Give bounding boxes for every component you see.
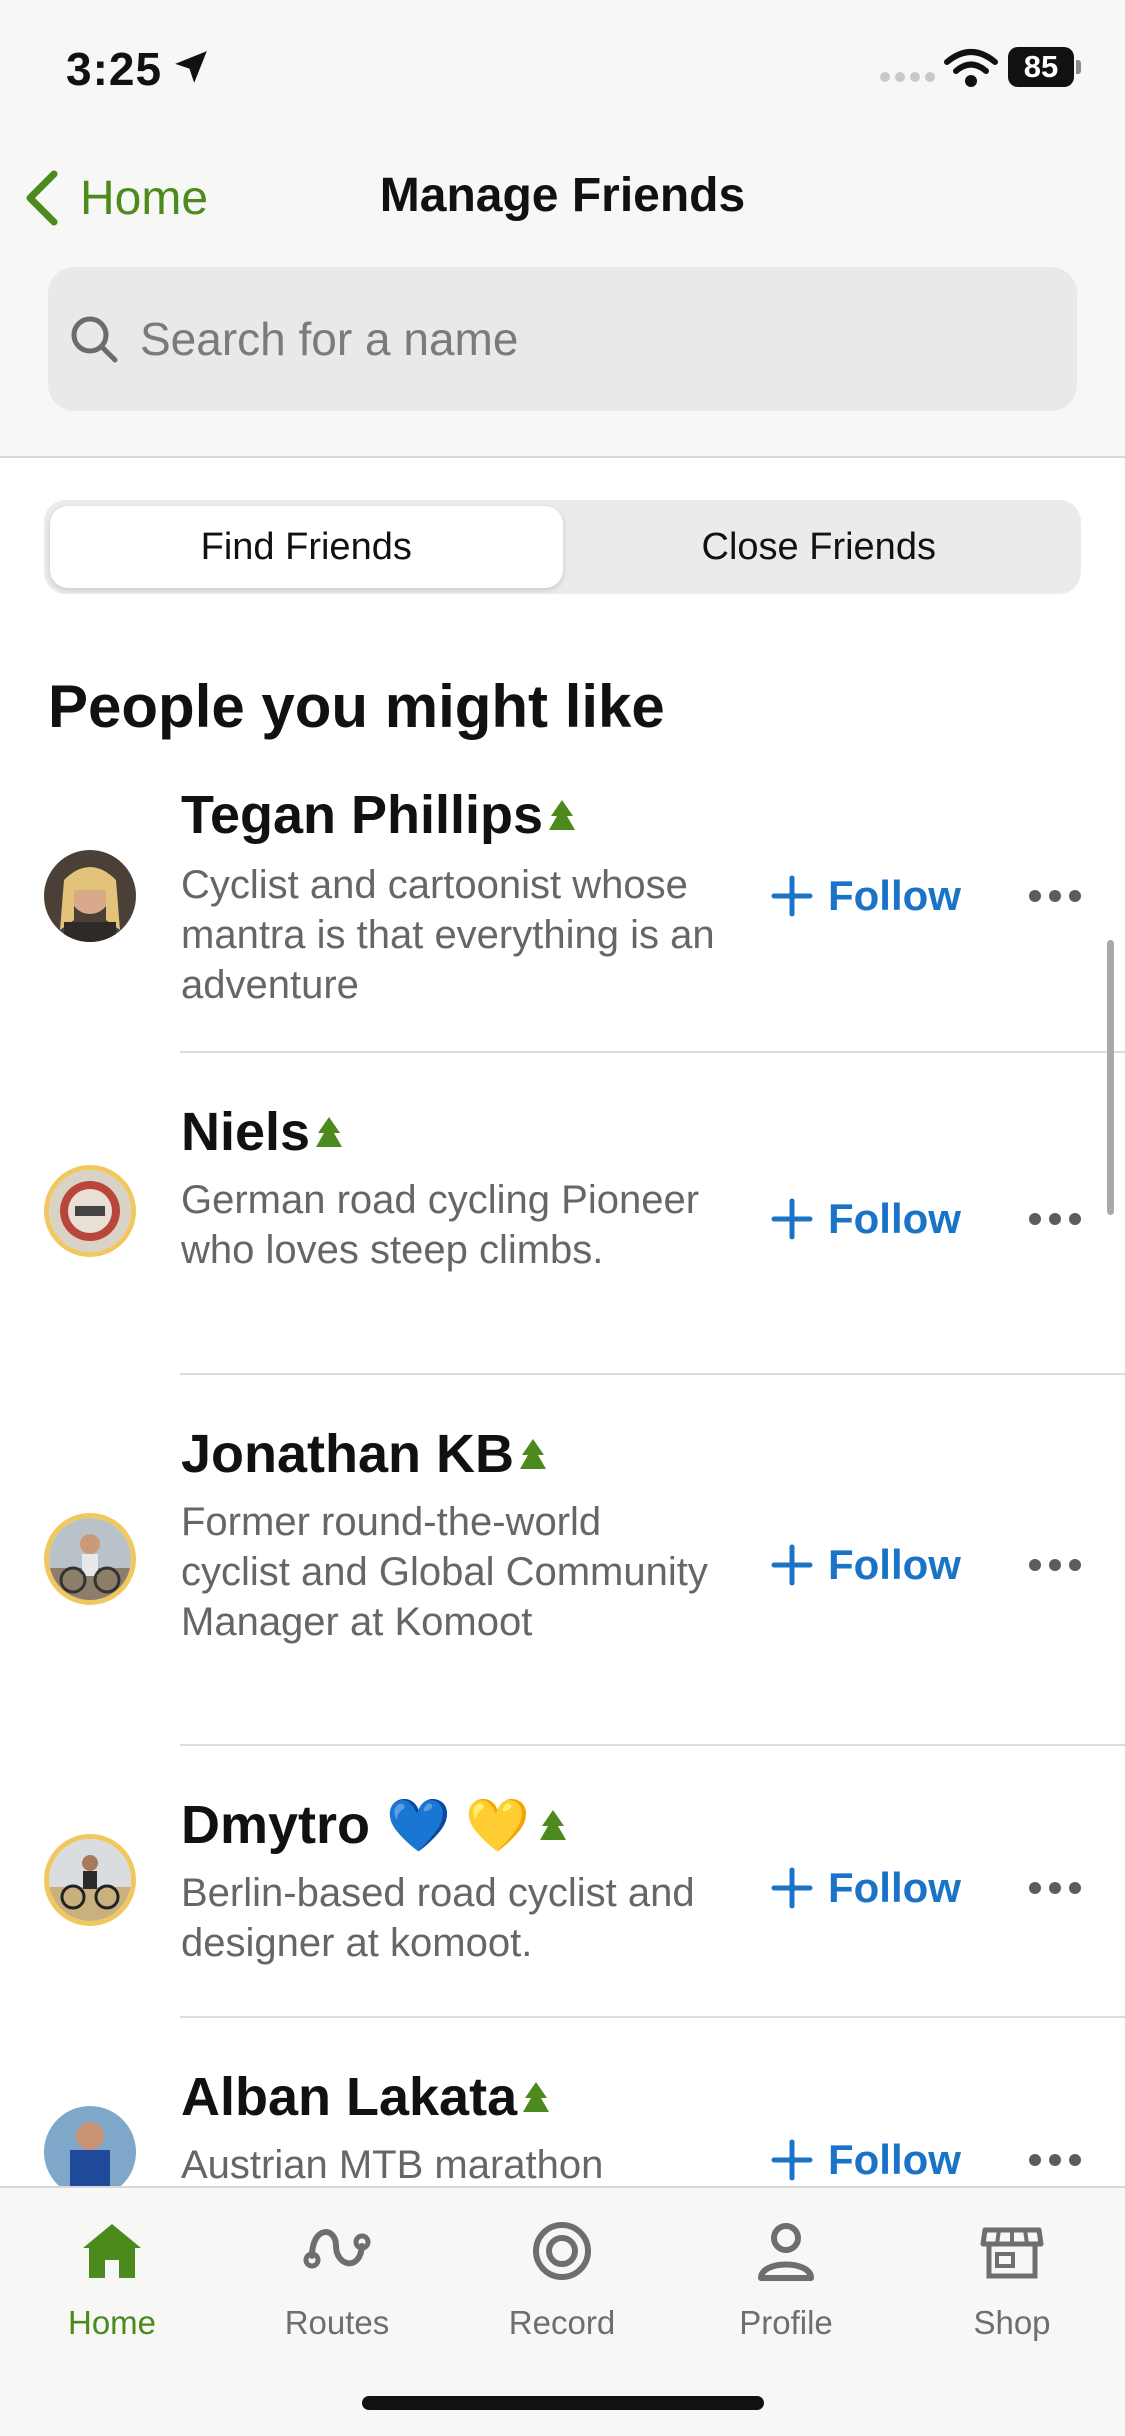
search-bar[interactable] bbox=[48, 267, 1077, 411]
pioneer-badge-icon bbox=[539, 1810, 566, 1840]
person-name[interactable]: Jonathan KB bbox=[181, 1423, 548, 1485]
tab-find-friends[interactable]: Find Friends bbox=[50, 506, 563, 588]
person-bio: German road cycling Pioneer who loves st… bbox=[181, 1178, 700, 1272]
plus-icon bbox=[771, 875, 813, 917]
segmented-control: Find Friends Close Friends bbox=[44, 500, 1081, 594]
more-options-icon[interactable] bbox=[1028, 888, 1082, 904]
plus-icon bbox=[771, 1867, 813, 1909]
follow-button[interactable]: Follow bbox=[770, 2130, 961, 2190]
plus-icon bbox=[771, 2139, 813, 2181]
battery-nub bbox=[1076, 60, 1081, 74]
person-bio: Austrian MTB marathon bbox=[181, 2143, 604, 2187]
signal-icon bbox=[880, 72, 935, 82]
avatar[interactable] bbox=[44, 1165, 136, 1257]
more-options-icon[interactable] bbox=[1028, 2152, 1082, 2168]
plus-icon bbox=[771, 1544, 813, 1586]
record-icon bbox=[533, 2222, 591, 2280]
avatar[interactable] bbox=[44, 1834, 136, 1926]
search-icon bbox=[71, 316, 118, 363]
avatar[interactable] bbox=[44, 850, 136, 942]
follow-button[interactable]: Follow bbox=[770, 1858, 961, 1918]
tab-routes[interactable]: Routes bbox=[247, 2216, 427, 2366]
more-options-icon[interactable] bbox=[1028, 1557, 1082, 1573]
status-time: 3:25 bbox=[66, 43, 163, 95]
follow-button[interactable]: Follow bbox=[770, 1189, 961, 1249]
pioneer-badge-icon bbox=[520, 1439, 547, 1469]
people-list: Tegan Phillips Cyclist and cartoonist wh… bbox=[0, 760, 1125, 2218]
follow-button[interactable]: Follow bbox=[770, 866, 961, 926]
person-name[interactable]: Tegan Phillips bbox=[181, 784, 577, 846]
tab-home[interactable]: Home bbox=[22, 2216, 202, 2366]
more-options-icon[interactable] bbox=[1028, 1880, 1082, 1896]
person-name[interactable]: Niels bbox=[181, 1101, 344, 1163]
pioneer-badge-icon bbox=[523, 2082, 550, 2112]
tab-record[interactable]: Record bbox=[472, 2216, 652, 2366]
tab-profile[interactable]: Profile bbox=[696, 2216, 876, 2366]
routes-icon bbox=[303, 2229, 371, 2269]
header-area: 3:25 85 Home Manage Friends bbox=[0, 0, 1125, 458]
shop-icon bbox=[980, 2227, 1044, 2279]
list-item[interactable]: Jonathan KB Former round-the-world cycli… bbox=[0, 1375, 1125, 1746]
location-arrow-icon bbox=[175, 51, 207, 83]
person-name[interactable]: Alban Lakata bbox=[181, 2066, 551, 2128]
battery-indicator: 85 bbox=[1008, 47, 1074, 87]
person-bio: Former round-the-world cyclist and Globa… bbox=[181, 1500, 708, 1644]
person-bio: Cyclist and cartoonist whose mantra is t… bbox=[181, 863, 715, 1007]
wifi-icon bbox=[944, 49, 998, 87]
tab-close-friends[interactable]: Close Friends bbox=[563, 506, 1076, 588]
page-title: Manage Friends bbox=[379, 169, 746, 222]
avatar[interactable] bbox=[44, 1513, 136, 1605]
person-name[interactable]: Dmytro 💙 💛 bbox=[181, 1794, 568, 1856]
tab-shop[interactable]: Shop bbox=[922, 2216, 1102, 2366]
profile-icon bbox=[758, 2223, 814, 2281]
list-item[interactable]: Dmytro 💙 💛 Berlin-based road cyclist and… bbox=[0, 1746, 1125, 2018]
list-item[interactable]: Tegan Phillips Cyclist and cartoonist wh… bbox=[0, 760, 1125, 1053]
plus-icon bbox=[771, 1198, 813, 1240]
list-item[interactable]: Niels German road cycling Pioneer who lo… bbox=[0, 1053, 1125, 1375]
follow-button[interactable]: Follow bbox=[770, 1535, 961, 1595]
avatar[interactable] bbox=[44, 2106, 136, 2198]
home-indicator bbox=[362, 2396, 764, 2410]
search-input[interactable] bbox=[140, 312, 1040, 366]
pioneer-badge-icon bbox=[316, 1117, 343, 1147]
scroll-indicator[interactable] bbox=[1107, 940, 1114, 1215]
home-icon bbox=[83, 2224, 141, 2278]
person-bio: Berlin-based road cyclist and designer a… bbox=[181, 1871, 695, 1965]
pioneer-badge-icon bbox=[549, 800, 576, 830]
section-title: People you might like bbox=[48, 673, 665, 740]
heart-emojis: 💙 💛 bbox=[386, 1796, 530, 1855]
more-options-icon[interactable] bbox=[1028, 1211, 1082, 1227]
